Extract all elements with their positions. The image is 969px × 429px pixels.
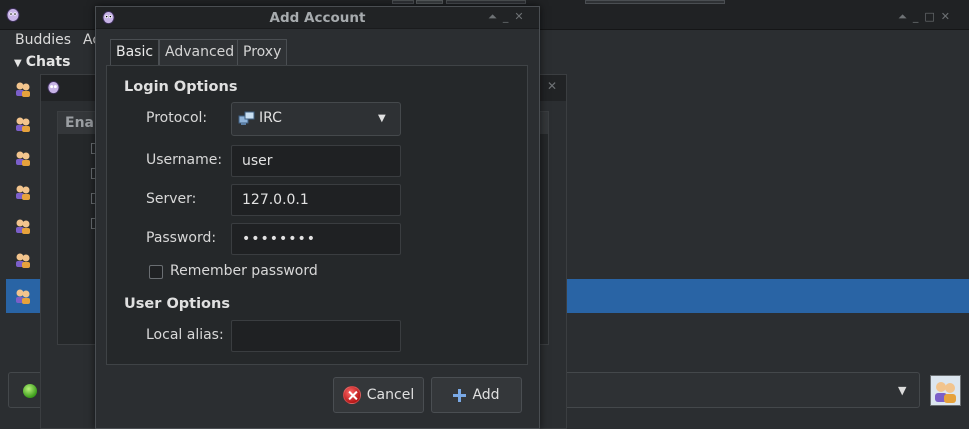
login-options-title: Login Options bbox=[124, 79, 238, 95]
cancel-button-label: Cancel bbox=[366, 387, 415, 403]
chat-people-icon bbox=[16, 289, 30, 304]
cancel-icon bbox=[342, 386, 361, 404]
close-icon[interactable]: ✕ bbox=[941, 10, 950, 24]
close-icon[interactable]: ✕ bbox=[547, 79, 557, 93]
chat-people-icon bbox=[16, 253, 30, 268]
remember-password-checkbox[interactable] bbox=[149, 265, 163, 279]
add-button-label: Add bbox=[472, 387, 500, 403]
protocol-select[interactable]: IRC ▼ bbox=[231, 102, 401, 136]
remember-password-label[interactable]: Remember password bbox=[170, 263, 318, 279]
shade-icon[interactable]: ⏶ bbox=[488, 10, 497, 24]
shade-icon[interactable]: ⏶ bbox=[898, 10, 907, 24]
chat-people-icon bbox=[16, 185, 30, 200]
available-status-icon bbox=[23, 384, 37, 398]
minimize-icon[interactable]: _ bbox=[503, 10, 509, 24]
enabled-column-header: Enal bbox=[65, 115, 99, 131]
server-input[interactable]: 127.0.0.1 bbox=[231, 184, 401, 216]
user-options-title: User Options bbox=[124, 296, 230, 312]
expander-down-icon: ▼ bbox=[14, 58, 22, 69]
dialog-window-controls: ⏶ _ ✕ bbox=[488, 10, 524, 24]
pidgin-app-icon bbox=[47, 81, 60, 95]
username-label: Username: bbox=[146, 152, 223, 168]
pidgin-app-icon bbox=[6, 8, 20, 22]
status-dropdown-arrow-icon[interactable]: ▼ bbox=[898, 384, 906, 397]
close-icon[interactable]: ✕ bbox=[514, 10, 523, 24]
chat-people-icon bbox=[16, 117, 30, 132]
taskbar-stub-1 bbox=[392, 0, 414, 4]
taskbar-stub-3 bbox=[446, 0, 526, 4]
dialog-title: Add Account bbox=[269, 10, 366, 26]
protocol-value: IRC bbox=[259, 110, 282, 126]
menu-buddies[interactable]: Buddies bbox=[15, 32, 71, 48]
chat-people-icon bbox=[16, 219, 30, 234]
add-account-dialog: Add Account ⏶ _ ✕ Basic Advanced Proxy L… bbox=[95, 6, 540, 429]
chat-people-icon bbox=[16, 82, 30, 97]
chevron-down-icon: ▼ bbox=[378, 113, 386, 124]
maximize-icon[interactable]: □ bbox=[924, 10, 934, 24]
chat-people-icon bbox=[16, 151, 30, 166]
buddy-icon-avatar[interactable] bbox=[930, 375, 961, 406]
tab-proxy[interactable]: Proxy bbox=[237, 39, 288, 66]
protocol-label: Protocol: bbox=[146, 110, 208, 126]
cancel-button[interactable]: Cancel bbox=[333, 377, 424, 413]
username-input[interactable]: user bbox=[231, 145, 401, 177]
basic-tab-panel: Login Options Protocol: IRC ▼ Username: … bbox=[106, 65, 528, 365]
taskbar-stub-2 bbox=[416, 0, 443, 4]
taskbar-stub-4 bbox=[585, 0, 725, 4]
password-input[interactable]: •••••••• bbox=[231, 223, 401, 255]
server-label: Server: bbox=[146, 191, 197, 207]
minimize-icon[interactable]: _ bbox=[913, 10, 919, 24]
plus-icon bbox=[453, 388, 467, 402]
add-button[interactable]: Add bbox=[431, 377, 522, 413]
local-alias-label: Local alias: bbox=[146, 327, 224, 343]
buddy-window-controls: ⏶ _ □ ✕ bbox=[898, 10, 950, 24]
password-label: Password: bbox=[146, 230, 217, 246]
dialog-titlebar: Add Account ⏶ _ ✕ bbox=[96, 7, 539, 29]
local-alias-input[interactable] bbox=[231, 320, 401, 352]
avatar-people-icon bbox=[935, 382, 956, 403]
chats-group-header[interactable]: ▼ Chats bbox=[14, 54, 70, 70]
irc-protocol-icon bbox=[238, 111, 255, 125]
tab-basic[interactable]: Basic bbox=[110, 39, 160, 67]
tab-advanced[interactable]: Advanced bbox=[159, 39, 241, 66]
